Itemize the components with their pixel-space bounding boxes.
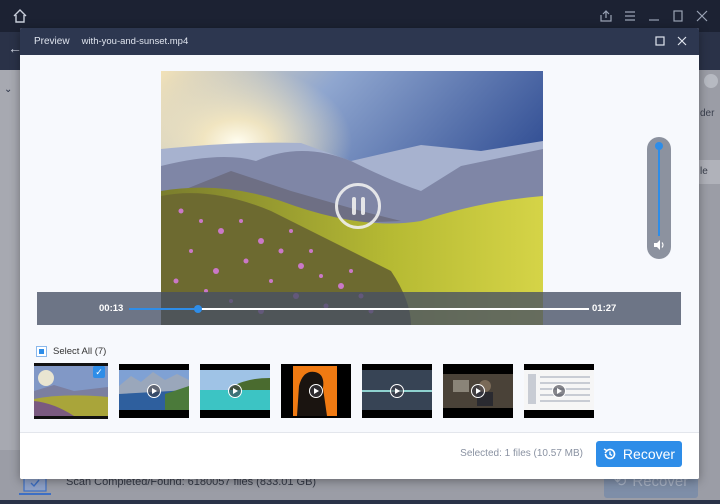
thumbnail-item[interactable] (119, 364, 189, 418)
current-time: 00:13 (99, 303, 124, 314)
select-all[interactable]: Select All (7) (36, 346, 106, 357)
player-controls: 00:13 01:27 (37, 292, 681, 325)
app-right-label-2: le (700, 166, 708, 177)
thumbnail-item[interactable] (362, 364, 432, 418)
video-frame[interactable] (161, 71, 543, 325)
recover-label: Recover (622, 446, 676, 462)
play-icon (552, 384, 566, 398)
select-all-checkbox[interactable] (36, 346, 47, 357)
thumbnail-item[interactable] (443, 364, 513, 418)
play-icon (147, 384, 161, 398)
seek-bar[interactable] (129, 305, 589, 313)
share-icon[interactable] (598, 8, 614, 24)
pause-icon-bar (351, 197, 356, 215)
dialog-footer: Selected: 1 files (10.57 MB) Recover (20, 433, 699, 479)
recover-button[interactable]: Recover (596, 441, 682, 467)
preview-dialog: Preview with-you-and-sunset.mp4 00:13 01… (20, 28, 699, 479)
selected-checkmark-icon[interactable]: ✓ (93, 366, 105, 378)
duration: 01:27 (592, 303, 617, 314)
volume-track (658, 146, 660, 236)
speaker-icon[interactable] (652, 238, 666, 252)
thumbnail-item[interactable] (524, 364, 594, 418)
thumbnail-item[interactable]: ✓ (34, 363, 108, 419)
chevron-down-icon[interactable]: ⌄ (4, 84, 12, 95)
seek-handle[interactable] (193, 305, 202, 313)
selected-info: Selected: 1 files (10.57 MB) (460, 448, 583, 459)
home-icon[interactable] (12, 8, 28, 24)
dialog-header: Preview with-you-and-sunset.mp4 (20, 28, 699, 55)
play-icon (390, 384, 404, 398)
minimize-icon[interactable] (646, 8, 662, 24)
pause-icon-bar (360, 197, 365, 215)
close-icon[interactable] (677, 36, 687, 46)
volume-slider[interactable] (647, 137, 671, 259)
scroll-indicator[interactable] (704, 74, 718, 88)
play-icon (228, 384, 242, 398)
dialog-filename: with-you-and-sunset.mp4 (81, 36, 189, 47)
close-icon[interactable] (694, 8, 710, 24)
volume-handle[interactable] (655, 142, 663, 150)
app-bottom-border (0, 500, 720, 504)
maximize-icon[interactable] (670, 8, 686, 24)
menu-icon[interactable] (622, 8, 638, 24)
play-icon (309, 384, 323, 398)
select-all-label: Select All (7) (53, 346, 107, 357)
seek-progress (129, 308, 198, 310)
history-icon (603, 448, 616, 460)
pause-button[interactable] (335, 183, 381, 229)
dialog-title: Preview (34, 36, 70, 47)
partial-check-indicator (39, 349, 44, 354)
app-left-panel (0, 70, 20, 450)
thumbnail-item[interactable] (281, 364, 351, 418)
thumbnail-item[interactable] (200, 364, 270, 418)
maximize-icon[interactable] (655, 36, 665, 46)
play-icon (471, 384, 485, 398)
app-right-label: der (700, 108, 715, 119)
thumbnail-strip: ✓ (34, 363, 594, 419)
